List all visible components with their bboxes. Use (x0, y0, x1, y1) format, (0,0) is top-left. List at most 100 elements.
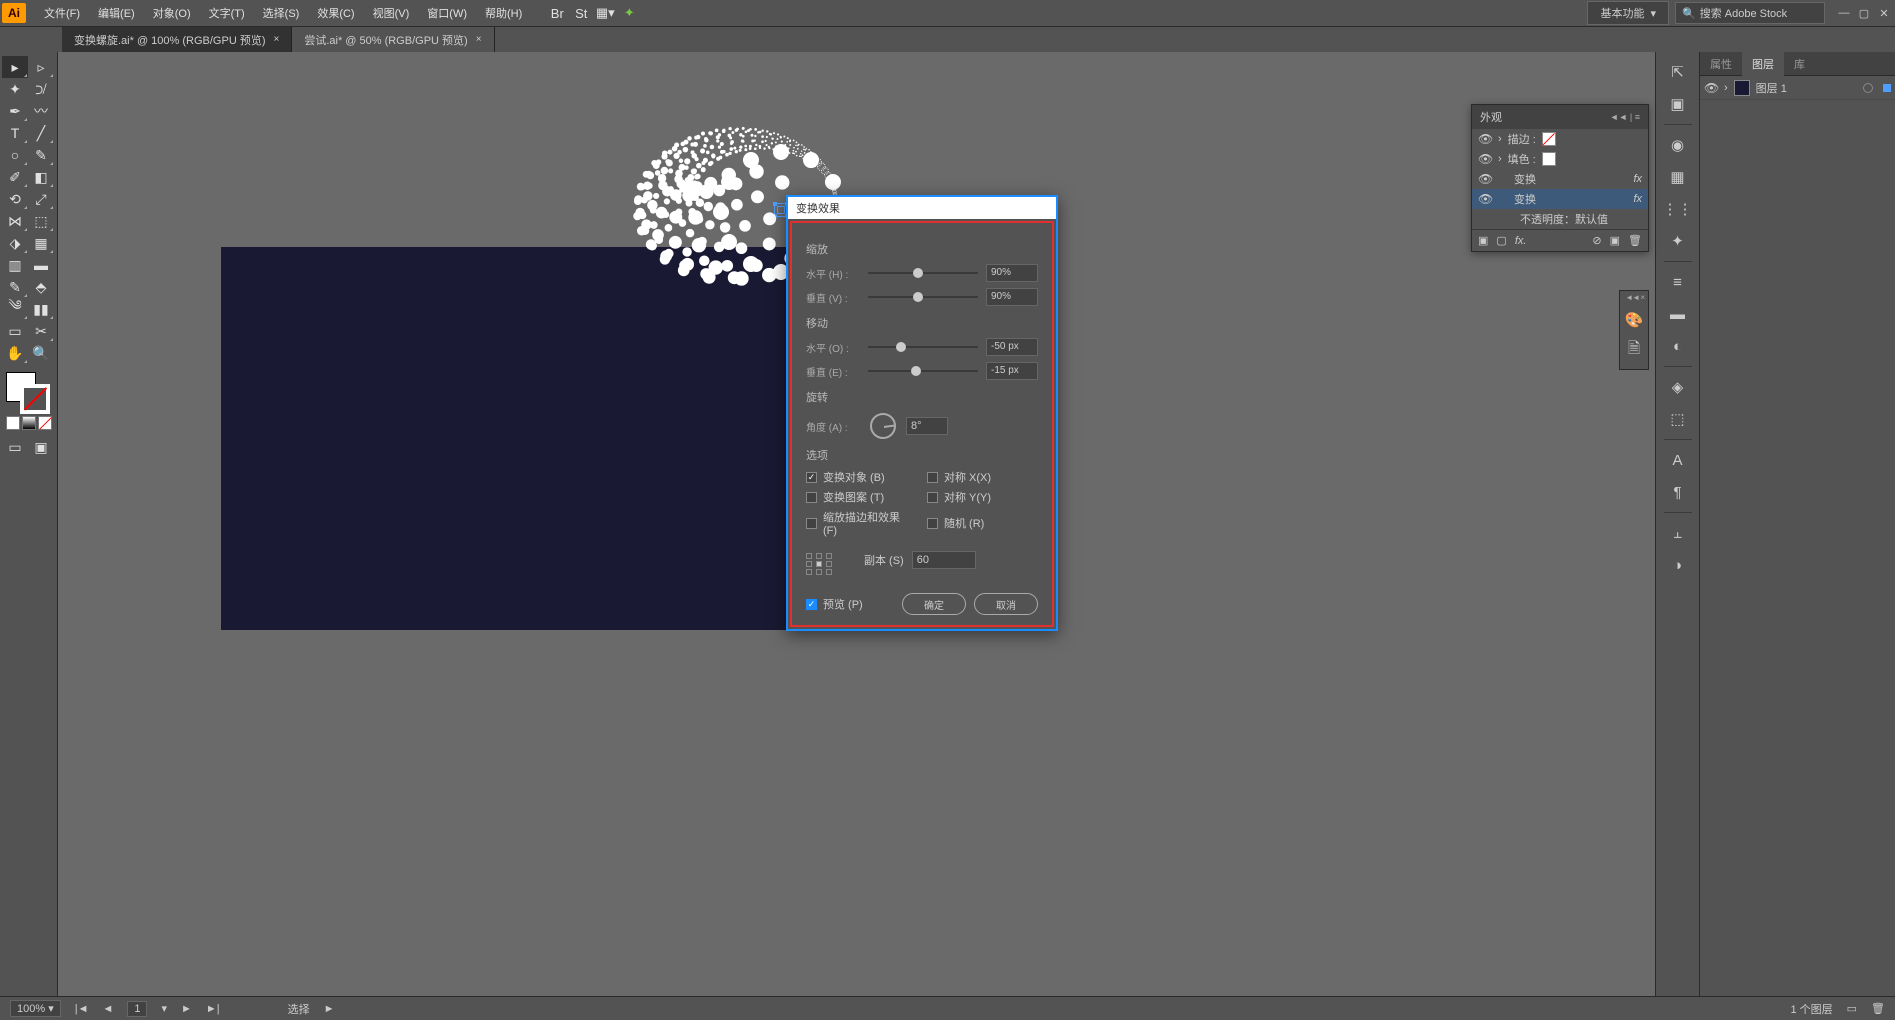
fill-stroke-swatch[interactable] (6, 372, 54, 412)
type-tool[interactable]: T (2, 122, 28, 144)
pathfinder-icon[interactable]: ◑ (1661, 549, 1695, 581)
tab-close-icon[interactable]: × (476, 34, 482, 45)
transparency-icon[interactable]: ◐ (1661, 330, 1695, 362)
rotate-tool[interactable]: ⟲ (2, 188, 28, 210)
paintbrush-tool[interactable]: ✎ (28, 144, 54, 166)
transform-effect-label-selected[interactable]: 变换 (1514, 191, 1536, 207)
expand-panel-icon[interactable]: ⇱ (1661, 56, 1695, 88)
gpu-icon[interactable]: ✦ (618, 2, 640, 24)
layer-delete-icon[interactable]: 🗑 (1871, 1002, 1885, 1015)
graphic-styles-icon[interactable]: ⬚ (1661, 403, 1695, 435)
scale-v-input[interactable]: 90% (986, 288, 1038, 306)
appearance-icon[interactable]: ◈ (1661, 371, 1695, 403)
color-mode-none[interactable] (38, 416, 52, 430)
menu-window[interactable]: 窗口(W) (419, 1, 475, 25)
bridge-icon[interactable]: Br (546, 2, 568, 24)
document-tab-active[interactable]: 变换螺旋.ai* @ 100% (RGB/GPU 预览)× (62, 27, 292, 53)
curvature-tool[interactable]: 〰 (28, 100, 54, 122)
stroke-icon[interactable]: ≡ (1661, 266, 1695, 298)
collapsed-panel[interactable]: 🎨 🗎 (1619, 290, 1649, 370)
swatches-icon[interactable]: ▦ (1661, 161, 1695, 193)
move-v-input[interactable]: -15 px (986, 362, 1038, 380)
artboard-tool[interactable]: ▭ (2, 320, 28, 342)
eraser-tool[interactable]: ◧ (28, 166, 54, 188)
menu-object[interactable]: 对象(O) (145, 1, 199, 25)
cancel-button[interactable]: 取消 (974, 593, 1038, 615)
menu-select[interactable]: 选择(S) (255, 1, 308, 25)
symbol-sprayer-tool[interactable]: ༄ (2, 298, 28, 320)
opacity-label[interactable]: 不透明度：默认值 (1520, 211, 1608, 227)
reflect-x-checkbox[interactable]: 对称 X(X) (927, 469, 1038, 485)
graph-tool[interactable]: ▮▮ (28, 298, 54, 320)
free-transform-tool[interactable]: ⬚ (28, 210, 54, 232)
new-fill-icon[interactable]: ▣ (1478, 234, 1488, 247)
search-input[interactable]: 🔍搜索 Adobe Stock (1675, 2, 1825, 24)
move-h-input[interactable]: -50 px (986, 338, 1038, 356)
scale-tool[interactable]: ⤢ (28, 188, 54, 210)
nav-next-icon[interactable]: ► (181, 1003, 192, 1015)
preview-checkbox[interactable]: 预览 (P) (806, 596, 863, 612)
color-guide-icon[interactable]: 🎨 (1617, 309, 1651, 331)
visibility-icon[interactable]: 👁 (1478, 172, 1492, 186)
visibility-icon[interactable]: 👁 (1478, 152, 1492, 166)
menu-help[interactable]: 帮助(H) (477, 1, 530, 25)
menu-view[interactable]: 视图(V) (365, 1, 418, 25)
tab-libraries[interactable]: 库 (1784, 52, 1815, 76)
visibility-icon[interactable]: 👁 (1704, 81, 1718, 95)
symbols-icon[interactable]: ✦ (1661, 225, 1695, 257)
delete-icon[interactable]: 🗑 (1628, 234, 1642, 247)
maximize-button[interactable]: ▢ (1855, 5, 1873, 21)
direct-selection-tool[interactable]: ▹ (28, 56, 54, 78)
screen-mode-full[interactable]: ▣ (28, 436, 54, 458)
ellipse-tool[interactable]: ○ (2, 144, 28, 166)
fill-swatch[interactable] (1542, 152, 1556, 166)
stock-icon[interactable]: St (570, 2, 592, 24)
target-icon[interactable] (1863, 83, 1873, 93)
visibility-icon[interactable]: 👁 (1478, 192, 1492, 206)
brushes-icon[interactable]: ⋮⋮ (1661, 193, 1695, 225)
layer-row[interactable]: 👁 › 图层 1 (1700, 76, 1895, 100)
tab-layers[interactable]: 图层 (1742, 52, 1784, 76)
libraries-icon[interactable]: ▣ (1661, 88, 1695, 120)
line-tool[interactable]: ╱ (28, 122, 54, 144)
align-icon[interactable]: ⫠ (1661, 517, 1695, 549)
artboard-page-input[interactable]: 1 (127, 1001, 147, 1017)
angle-input[interactable]: 8° (906, 417, 948, 435)
document-tab-inactive[interactable]: 尝试.ai* @ 50% (RGB/GPU 预览)× (292, 27, 494, 53)
color-mode-solid[interactable] (6, 416, 20, 430)
nav-first-icon[interactable]: |◄ (75, 1003, 89, 1015)
stroke-swatch[interactable] (1542, 132, 1556, 146)
doc-info-icon[interactable]: 🗎 (1617, 339, 1651, 361)
expand-icon[interactable]: › (1724, 82, 1728, 94)
slice-tool[interactable]: ✂ (28, 320, 54, 342)
zoom-selector[interactable]: 100% ▾ (10, 1000, 61, 1017)
perspective-tool[interactable]: ▦ (28, 232, 54, 254)
screen-mode-normal[interactable]: ▭ (2, 436, 28, 458)
reflect-y-checkbox[interactable]: 对称 Y(Y) (927, 489, 1038, 505)
new-stroke-icon[interactable]: ▢ (1496, 234, 1506, 247)
workspace-switcher[interactable]: 基本功能▾ (1587, 1, 1669, 25)
menu-effect[interactable]: 效果(C) (309, 1, 362, 25)
transform-effect-label[interactable]: 变换 (1514, 171, 1536, 187)
color-mode-gradient[interactable] (22, 416, 36, 430)
arrange-icon[interactable]: ▦▾ (594, 2, 616, 24)
gradient-tool[interactable]: ▬ (28, 254, 54, 276)
ok-button[interactable]: 确定 (902, 593, 966, 615)
width-tool[interactable]: ⋈ (2, 210, 28, 232)
angle-dial[interactable] (870, 413, 896, 439)
blend-tool[interactable]: ⬘ (28, 276, 54, 298)
duplicate-icon[interactable]: ▣ (1610, 234, 1620, 247)
layer-name[interactable]: 图层 1 (1756, 80, 1787, 96)
pen-tool[interactable]: ✒ (2, 100, 28, 122)
mesh-tool[interactable]: ▥ (2, 254, 28, 276)
magic-wand-tool[interactable]: ✦ (2, 78, 28, 100)
fx-icon[interactable]: fx. (1515, 235, 1527, 247)
paragraph-icon[interactable]: ¶ (1661, 476, 1695, 508)
transform-objects-checkbox[interactable]: 变换对象 (B) (806, 469, 917, 485)
tab-close-icon[interactable]: × (273, 34, 279, 45)
scale-v-slider[interactable] (868, 296, 978, 298)
nav-last-icon[interactable]: ►| (206, 1003, 220, 1015)
scale-h-slider[interactable] (868, 272, 978, 274)
zoom-tool[interactable]: 🔍 (28, 342, 54, 364)
shape-builder-tool[interactable]: ⬗ (2, 232, 28, 254)
